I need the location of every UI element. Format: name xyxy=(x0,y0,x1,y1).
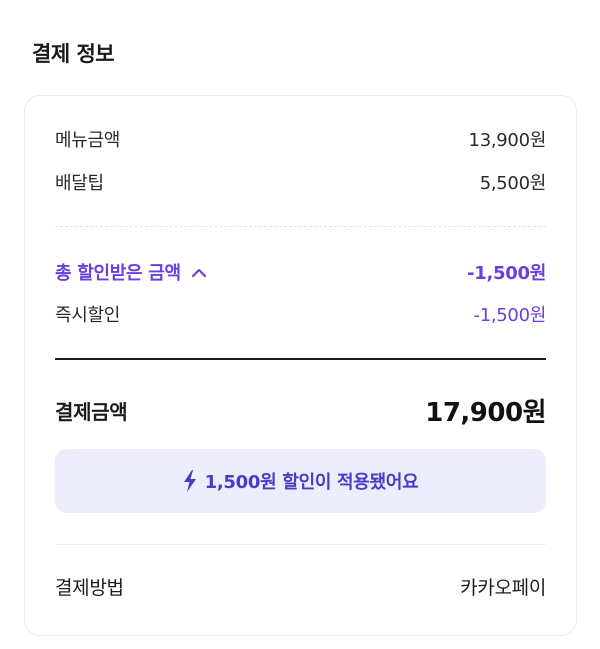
payment-info-card: 메뉴금액 13,900원 배달팁 5,500원 총 할인받은 금액 -1,500… xyxy=(24,95,577,636)
total-discount-label-group: 총 할인받은 금액 xyxy=(55,259,207,285)
total-discount-label: 총 할인받은 금액 xyxy=(55,263,181,284)
menu-amount-value: 13,900원 xyxy=(468,130,547,151)
section-title: 결제 정보 xyxy=(32,42,115,66)
instant-discount-label: 즉시할인 xyxy=(55,305,121,326)
chevron-up-icon xyxy=(191,265,207,279)
delivery-tip-row: 배달팁 5,500원 xyxy=(55,169,546,195)
payment-total-value: 17,900원 xyxy=(425,398,546,428)
total-discount-toggle[interactable]: 총 할인받은 금액 -1,500원 xyxy=(55,259,546,285)
lightning-bolt-icon xyxy=(183,470,197,492)
solid-divider xyxy=(55,358,546,360)
thin-divider xyxy=(55,544,546,545)
payment-total-label: 결제금액 xyxy=(55,400,128,424)
menu-amount-label: 메뉴금액 xyxy=(55,130,121,151)
delivery-tip-label: 배달팁 xyxy=(55,173,104,194)
payment-method-row: 결제방법 카카오페이 xyxy=(55,573,546,600)
total-discount-value: -1,500원 xyxy=(467,263,546,284)
payment-total-row: 결제금액 17,900원 xyxy=(55,392,546,429)
payment-method-value: 카카오페이 xyxy=(460,577,546,599)
dashed-divider xyxy=(55,226,546,227)
delivery-tip-value: 5,500원 xyxy=(479,173,547,194)
discount-applied-banner: 1,500원 할인이 적용됐어요 xyxy=(55,449,546,513)
menu-amount-row: 메뉴금액 13,900원 xyxy=(55,126,546,152)
instant-discount-value: -1,500원 xyxy=(473,305,547,326)
payment-method-label: 결제방법 xyxy=(55,577,124,599)
discount-applied-text: 1,500원 할인이 적용됐어요 xyxy=(204,472,419,493)
instant-discount-row: 즉시할인 -1,500원 xyxy=(55,301,546,327)
